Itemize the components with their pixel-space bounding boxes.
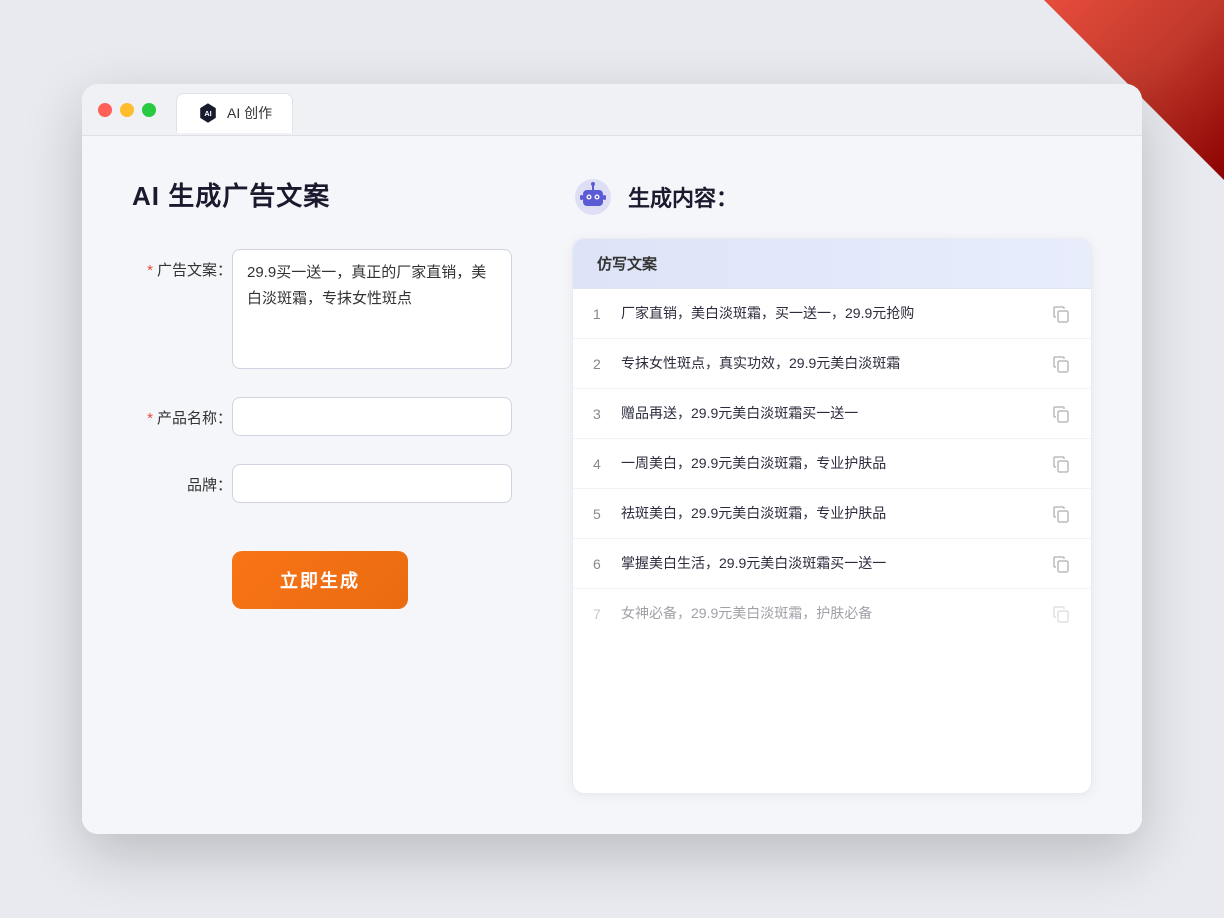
result-number: 3 bbox=[593, 406, 621, 422]
required-star-1: * bbox=[147, 262, 153, 279]
copy-icon[interactable] bbox=[1051, 354, 1071, 374]
right-panel: 生成内容： 仿写文案 1厂家直销，美白淡斑霜，买一送一，29.9元抢购 2专抹女… bbox=[572, 176, 1092, 794]
required-star-2: * bbox=[147, 410, 153, 427]
result-item: 3赠品再送，29.9元美白淡斑霜买一送一 bbox=[573, 389, 1091, 439]
results-card: 仿写文案 1厂家直销，美白淡斑霜，买一送一，29.9元抢购 2专抹女性斑点，真实… bbox=[572, 238, 1092, 794]
right-panel-title: 生成内容： bbox=[628, 181, 738, 213]
form-row-brand: 品牌： 好白 bbox=[132, 464, 512, 503]
page-title: AI 生成广告文案 bbox=[132, 176, 512, 213]
result-item: 7女神必备，29.9元美白淡斑霜，护肤必备 bbox=[573, 589, 1091, 638]
copy-icon[interactable] bbox=[1051, 604, 1071, 624]
result-number: 7 bbox=[593, 606, 621, 622]
ad-copy-input[interactable]: 29.9买一送一，真正的厂家直销，美白淡斑霜，专抹女性斑点 bbox=[232, 249, 512, 369]
copy-icon[interactable] bbox=[1051, 504, 1071, 524]
copy-icon[interactable] bbox=[1051, 554, 1071, 574]
main-content: AI 生成广告文案 *广告文案： 29.9买一送一，真正的厂家直销，美白淡斑霜，… bbox=[82, 136, 1142, 834]
result-item: 4一周美白，29.9元美白淡斑霜，专业护肤品 bbox=[573, 439, 1091, 489]
ai-tab-icon: AI bbox=[197, 102, 219, 124]
ad-copy-label: *广告文案： bbox=[132, 249, 232, 280]
brand-input[interactable]: 好白 bbox=[232, 464, 512, 503]
maximize-button[interactable] bbox=[142, 103, 156, 117]
result-item: 2专抹女性斑点，真实功效，29.9元美白淡斑霜 bbox=[573, 339, 1091, 389]
result-number: 5 bbox=[593, 506, 621, 522]
results-header: 仿写文案 bbox=[573, 239, 1091, 289]
close-button[interactable] bbox=[98, 103, 112, 117]
tab-label: AI 创作 bbox=[227, 103, 272, 123]
result-item: 6掌握美白生活，29.9元美白淡斑霜买一送一 bbox=[573, 539, 1091, 589]
result-item: 1厂家直销，美白淡斑霜，买一送一，29.9元抢购 bbox=[573, 289, 1091, 339]
bot-icon bbox=[572, 176, 614, 218]
copy-icon[interactable] bbox=[1051, 404, 1071, 424]
copy-icon[interactable] bbox=[1051, 304, 1071, 324]
result-text: 赠品再送，29.9元美白淡斑霜买一送一 bbox=[621, 403, 1051, 424]
product-name-label: *产品名称： bbox=[132, 397, 232, 428]
form-row-product-name: *产品名称： 美白淡斑霜 bbox=[132, 397, 512, 436]
result-text: 专抹女性斑点，真实功效，29.9元美白淡斑霜 bbox=[621, 353, 1051, 374]
minimize-button[interactable] bbox=[120, 103, 134, 117]
result-item: 5祛斑美白，29.9元美白淡斑霜，专业护肤品 bbox=[573, 489, 1091, 539]
generate-button[interactable]: 立即生成 bbox=[232, 551, 408, 609]
browser-window: AI AI 创作 AI 生成广告文案 *广告文案： 29.9买一送一，真正的厂家… bbox=[82, 84, 1142, 834]
result-text: 厂家直销，美白淡斑霜，买一送一，29.9元抢购 bbox=[621, 303, 1051, 324]
copy-icon[interactable] bbox=[1051, 454, 1071, 474]
result-text: 祛斑美白，29.9元美白淡斑霜，专业护肤品 bbox=[621, 503, 1051, 524]
window-controls bbox=[98, 103, 156, 117]
product-name-input[interactable]: 美白淡斑霜 bbox=[232, 397, 512, 436]
result-number: 2 bbox=[593, 356, 621, 372]
result-number: 6 bbox=[593, 556, 621, 572]
brand-label: 品牌： bbox=[132, 464, 232, 495]
result-text: 一周美白，29.9元美白淡斑霜，专业护肤品 bbox=[621, 453, 1051, 474]
results-list: 1厂家直销，美白淡斑霜，买一送一，29.9元抢购 2专抹女性斑点，真实功效，29… bbox=[573, 289, 1091, 638]
form-row-ad-copy: *广告文案： 29.9买一送一，真正的厂家直销，美白淡斑霜，专抹女性斑点 bbox=[132, 249, 512, 369]
tab-ai-creation[interactable]: AI AI 创作 bbox=[176, 93, 293, 133]
result-text: 掌握美白生活，29.9元美白淡斑霜买一送一 bbox=[621, 553, 1051, 574]
result-number: 1 bbox=[593, 306, 621, 322]
left-panel: AI 生成广告文案 *广告文案： 29.9买一送一，真正的厂家直销，美白淡斑霜，… bbox=[132, 176, 512, 794]
result-text: 女神必备，29.9元美白淡斑霜，护肤必备 bbox=[621, 603, 1051, 624]
result-number: 4 bbox=[593, 456, 621, 472]
svg-text:AI: AI bbox=[204, 109, 211, 118]
right-header: 生成内容： bbox=[572, 176, 1092, 218]
title-bar: AI AI 创作 bbox=[82, 84, 1142, 136]
